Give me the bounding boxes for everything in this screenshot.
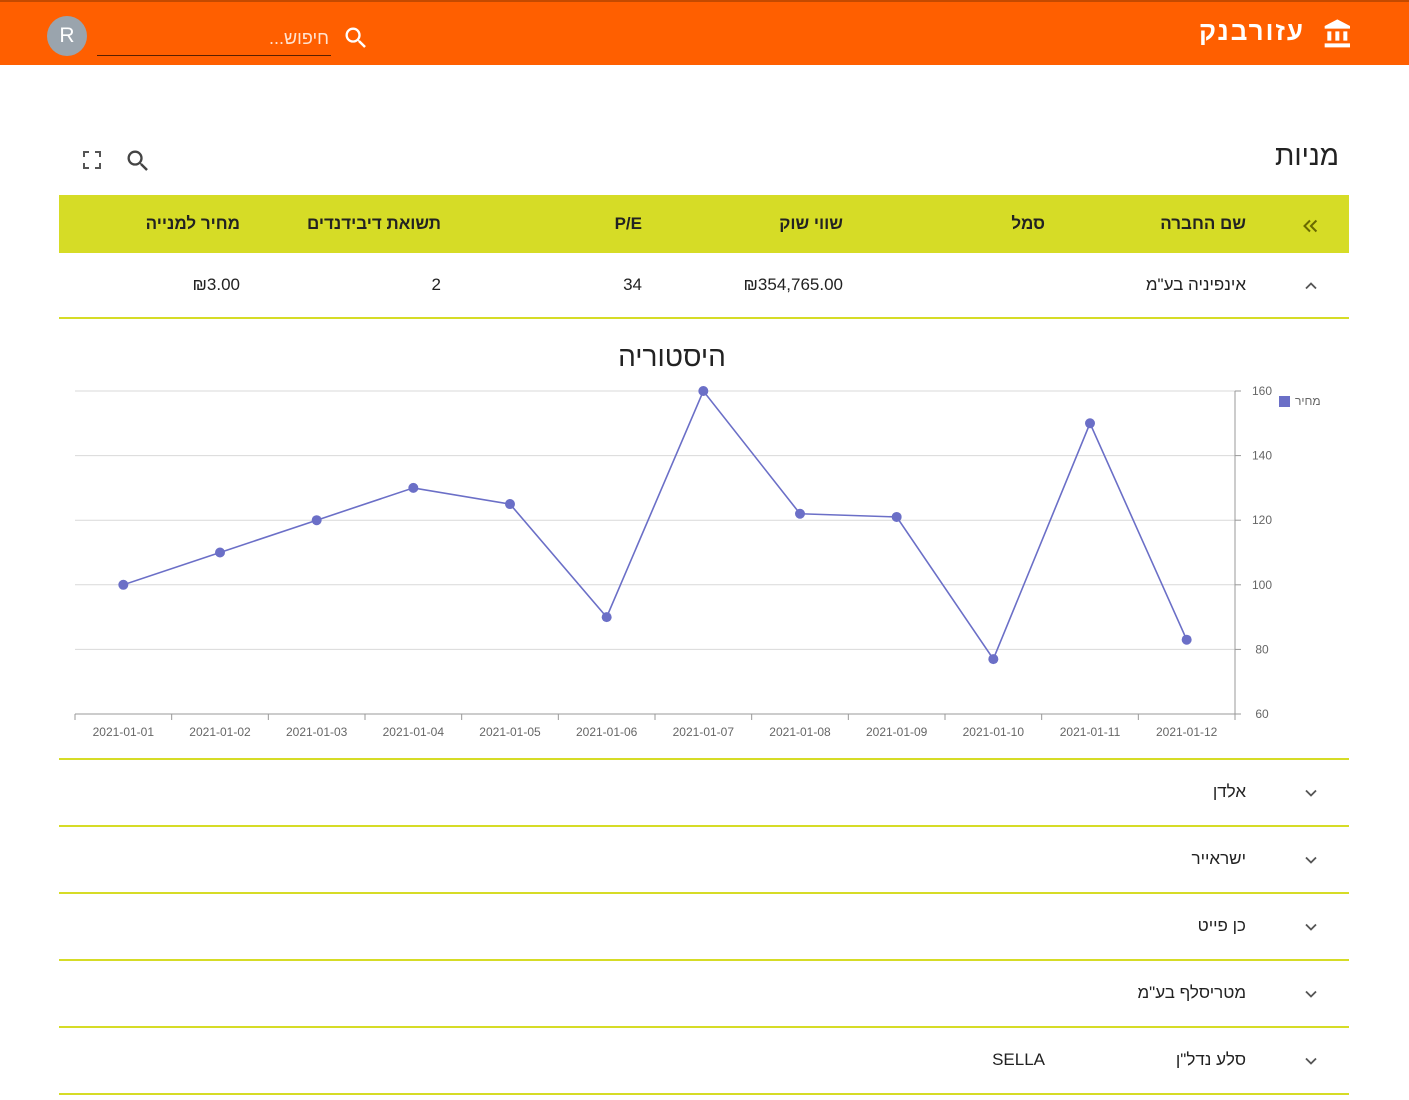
- column-header-market-cap[interactable]: שווי שוק: [779, 214, 843, 234]
- x-tick-label: 2021-01-01: [93, 725, 155, 739]
- column-header-price[interactable]: מחיר למנייה: [146, 214, 240, 234]
- column-header-pe[interactable]: P/E: [615, 214, 642, 234]
- cell-company-name: כן פייט: [1197, 916, 1246, 935]
- data-point[interactable]: [408, 482, 419, 493]
- cell-company-name: סלע נדל"ן: [1175, 1050, 1246, 1069]
- data-point[interactable]: [505, 499, 515, 510]
- table-row[interactable]: ישראייר: [59, 827, 1349, 894]
- chevron-down-icon[interactable]: [1301, 783, 1321, 803]
- table-row[interactable]: סלע נדל"ן SELLA: [59, 1028, 1349, 1095]
- data-point[interactable]: [988, 654, 999, 665]
- data-point[interactable]: [891, 511, 902, 522]
- x-tick-label: 2021-01-07: [673, 725, 735, 739]
- y-tick-label: 60: [1255, 707, 1269, 721]
- chevron-down-icon[interactable]: [1301, 984, 1321, 1004]
- bank-icon[interactable]: [1322, 18, 1354, 50]
- search-input[interactable]: [97, 22, 331, 56]
- x-tick-label: 2021-01-02: [189, 725, 251, 739]
- cell-company-name: מטריסלף בע"מ: [1137, 983, 1247, 1002]
- data-point[interactable]: [795, 508, 805, 519]
- y-tick-label: 100: [1252, 578, 1272, 592]
- column-header-symbol[interactable]: סמל: [1011, 214, 1045, 234]
- x-tick-label: 2021-01-05: [479, 725, 541, 739]
- avatar[interactable]: R: [47, 16, 87, 56]
- row-detail-panel: היסטוריה מחיר 60 80 100 120 140 160 2021-01-01…: [59, 319, 1349, 760]
- data-point[interactable]: [1085, 418, 1095, 429]
- cell-company-name: אינפיניה בע"מ: [1145, 275, 1246, 294]
- expand-all-icon[interactable]: [1299, 215, 1321, 237]
- table-row[interactable]: כן פייט: [59, 894, 1349, 961]
- column-header-dividend-yield[interactable]: תשואת דיבידנדים: [307, 214, 441, 234]
- x-tick-label: 2021-01-03: [286, 725, 348, 739]
- cell-company-name: ישראייר: [1191, 849, 1247, 868]
- y-tick-label: 140: [1252, 449, 1272, 463]
- search-icon[interactable]: [342, 24, 370, 52]
- history-chart: 60 80 100 120 140 160 2021-01-01 2021-01-02 2021…: [74, 384, 1272, 739]
- cell-dividend-yield: 2: [431, 275, 441, 294]
- table-row[interactable]: אלדן: [59, 760, 1349, 827]
- data-point[interactable]: [601, 612, 612, 623]
- data-point[interactable]: [1181, 634, 1192, 645]
- y-tick-label: 80: [1255, 642, 1269, 656]
- x-tick-label: 2021-01-09: [866, 725, 928, 739]
- cell-price: ₪3.00: [192, 275, 240, 294]
- app-bar: עזורבנק R: [0, 0, 1409, 65]
- cell-market-cap: ₪354,765.00: [743, 275, 843, 294]
- y-tick-label: 160: [1252, 384, 1272, 398]
- x-tick-label: 2021-01-10: [963, 725, 1025, 739]
- series-line: [123, 389, 1188, 661]
- data-point[interactable]: [215, 547, 225, 558]
- data-point[interactable]: [118, 579, 129, 590]
- data-point[interactable]: [698, 386, 709, 396]
- x-tick-label: 2021-01-06: [576, 725, 638, 739]
- table-header: שם החברה סמל שווי שוק P/E תשואת דיבידנדי…: [59, 195, 1349, 253]
- brand-name[interactable]: עזורבנק: [1199, 16, 1305, 47]
- table-row[interactable]: אינפיניה בע"מ ₪354,765.00 34 2 ₪3.00: [59, 253, 1349, 319]
- x-tick-label: 2021-01-12: [1156, 725, 1218, 739]
- x-tick-label: 2021-01-11: [1060, 725, 1121, 739]
- cell-company-name: אלדן: [1212, 782, 1246, 801]
- x-tick-label: 2021-01-04: [383, 725, 445, 739]
- chevron-down-icon[interactable]: [1301, 917, 1321, 937]
- data-point[interactable]: [311, 515, 322, 526]
- chevron-down-icon[interactable]: [1301, 1051, 1321, 1071]
- column-header-company[interactable]: שם החברה: [1160, 214, 1246, 234]
- cell-pe: 34: [623, 275, 642, 294]
- y-tick-label: 120: [1252, 513, 1272, 527]
- x-tick-label: 2021-01-08: [769, 725, 831, 739]
- chevron-up-icon[interactable]: [1301, 276, 1321, 296]
- fullscreen-icon[interactable]: [80, 148, 104, 172]
- chevron-down-icon[interactable]: [1301, 850, 1321, 870]
- cell-symbol: SELLA: [992, 1050, 1045, 1069]
- table-search-icon[interactable]: [124, 147, 152, 175]
- page-title: מניות: [1274, 140, 1339, 171]
- table-row[interactable]: מטריסלף בע"מ: [59, 961, 1349, 1028]
